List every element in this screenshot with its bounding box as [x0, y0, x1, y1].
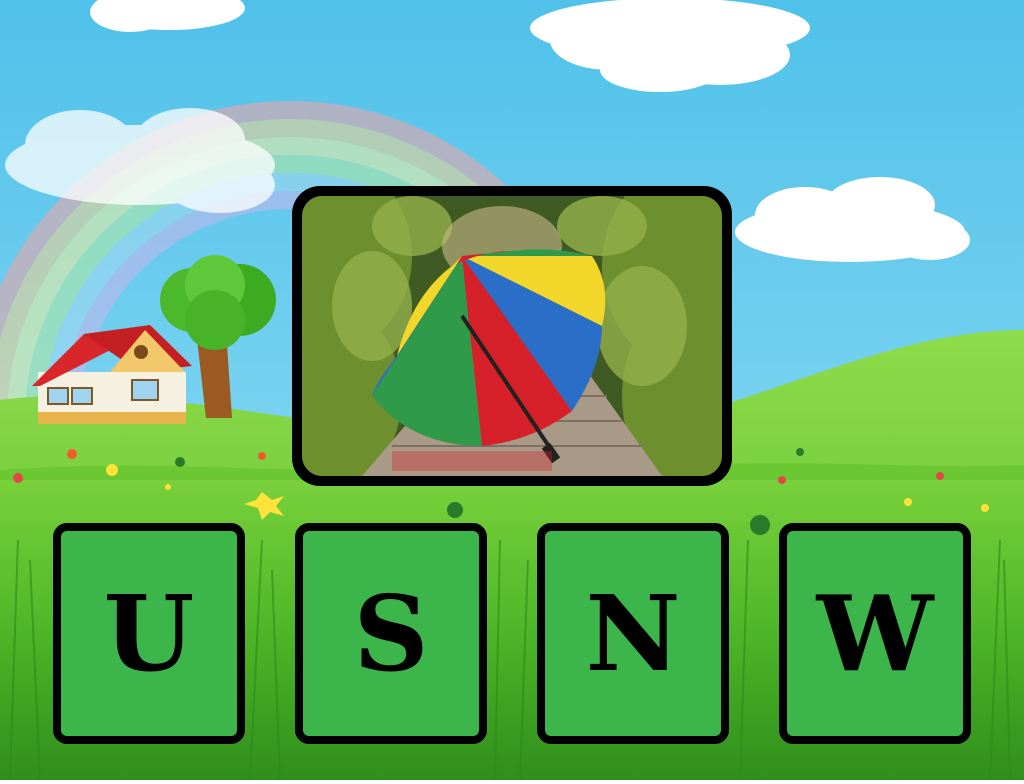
- tile-letter: S: [353, 571, 429, 695]
- tile-letter: U: [103, 571, 195, 695]
- umbrella-image: [302, 196, 722, 476]
- picture-frame: [292, 186, 732, 486]
- letter-tile[interactable]: U: [53, 523, 245, 744]
- umbrella-photo: [302, 196, 722, 476]
- letter-tile[interactable]: S: [295, 523, 487, 744]
- tile-letter: W: [816, 571, 934, 695]
- tile-letter: N: [585, 571, 681, 695]
- letter-tile[interactable]: W: [779, 523, 971, 744]
- letter-tile[interactable]: N: [537, 523, 729, 744]
